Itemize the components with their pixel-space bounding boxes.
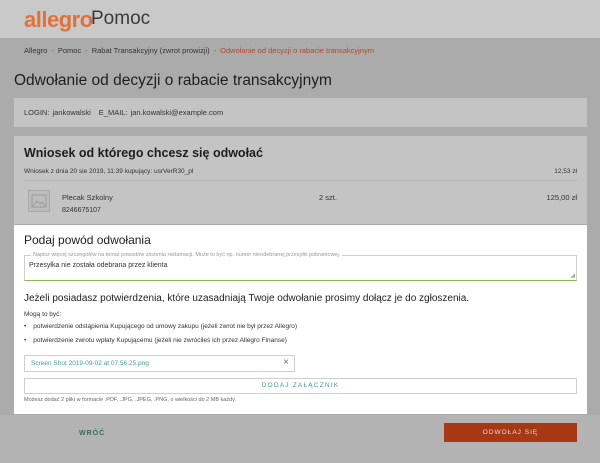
attachment-file: Screen Shot 2019-09-02 at 07.56.25.png × [24,355,295,372]
product-image-icon [28,190,50,212]
breadcrumb-separator: - [213,46,217,55]
add-attachment-button[interactable]: DODAJ ZAŁĄCZNIK [24,378,577,394]
login-label: LOGIN: [24,108,50,117]
reason-placeholder: Napisz więcej szczegółów na temat powodó… [31,252,343,258]
attachment-name[interactable]: Screen Shot 2019-09-02 at 07.56.25.png [31,360,149,367]
attachment-hint: Możesz dodać 2 pliki w formacie .PDF, .J… [24,397,237,403]
product-price: 125,00 zł [546,193,577,202]
bullet-icon: • [24,337,27,344]
help-title: Pomoc [91,8,151,29]
product-name[interactable]: Plecak Szkolny [62,193,113,202]
bullet-icon: • [24,323,27,330]
dialog-title: Podaj powód odwołania [24,233,151,247]
email-value: jan.kowalski@example.com [130,108,224,117]
breadcrumb-separator: - [51,46,54,55]
product-quantity: 2 szt. [319,193,337,202]
breadcrumb-item-pomoc[interactable]: Pomoc [58,46,81,55]
list-item: • potwierdzenie odstąpienia Kupującego od… [24,323,297,330]
product-code: 8246675107 [62,207,101,214]
breadcrumb-separator: - [85,46,88,55]
top-header: allegro Pomoc [0,0,600,38]
may-be-label: Mogą to być: [24,311,62,318]
submit-appeal-button[interactable]: ODWOŁAJ SIĘ [444,423,577,442]
reason-textarea[interactable]: Napisz więcej szczegółów na temat powodó… [24,252,577,281]
order-card: Wniosek od którego chcesz się odwołać Wn… [14,136,587,224]
resize-handle-icon[interactable]: ◢ [570,273,575,279]
divider [24,180,577,181]
email-label: E_MAIL: [98,108,128,117]
order-fee: 12,53 zł [554,168,577,175]
list-item-text: potwierdzenie zwrotu wpłaty Kupującemu (… [33,337,287,344]
page-title: Odwołanie od decyzji o rabacie transakcy… [14,72,332,89]
breadcrumb-current: Odwołanie od decyzji o rabacie transakcy… [220,46,374,55]
breadcrumb: Allegro - Pomoc - Rabat Transakcyjny (zwrot … [24,46,374,55]
back-button[interactable]: WRÓĆ [79,430,105,437]
attachments-heading: Jeżeli posiadasz potwierdzenia, które uz… [24,293,470,304]
login-info-card: LOGIN: jankowalski E_MAIL: jan.kowalski@exa… [14,98,587,127]
breadcrumb-item-allegro[interactable]: Allegro [24,46,47,55]
appeal-reason-dialog: Podaj powód odwołania Napisz więcej szcz… [14,225,587,414]
order-title: Wniosek od którego chcesz się odwołać [24,146,263,160]
breadcrumb-item-rabat[interactable]: Rabat Transakcyjny (zwrot prowizji) [92,46,210,55]
footer-bar: WRÓĆ ODWOŁAJ SIĘ [0,415,600,463]
login-value: jankowalski [52,108,91,117]
reason-value: Przesyłka nie została odebrana przez kli… [29,262,168,269]
list-item-text: potwierdzenie odstąpienia Kupującego od … [33,323,298,330]
list-item: • potwierdzenie zwrotu wpłaty Kupującemu … [24,337,287,344]
order-meta: Wniosek z dnia 20 sie 2019, 11:39 kupują… [24,168,194,175]
allegro-logo[interactable]: allegro [24,7,93,33]
remove-attachment-icon[interactable]: × [283,357,289,368]
